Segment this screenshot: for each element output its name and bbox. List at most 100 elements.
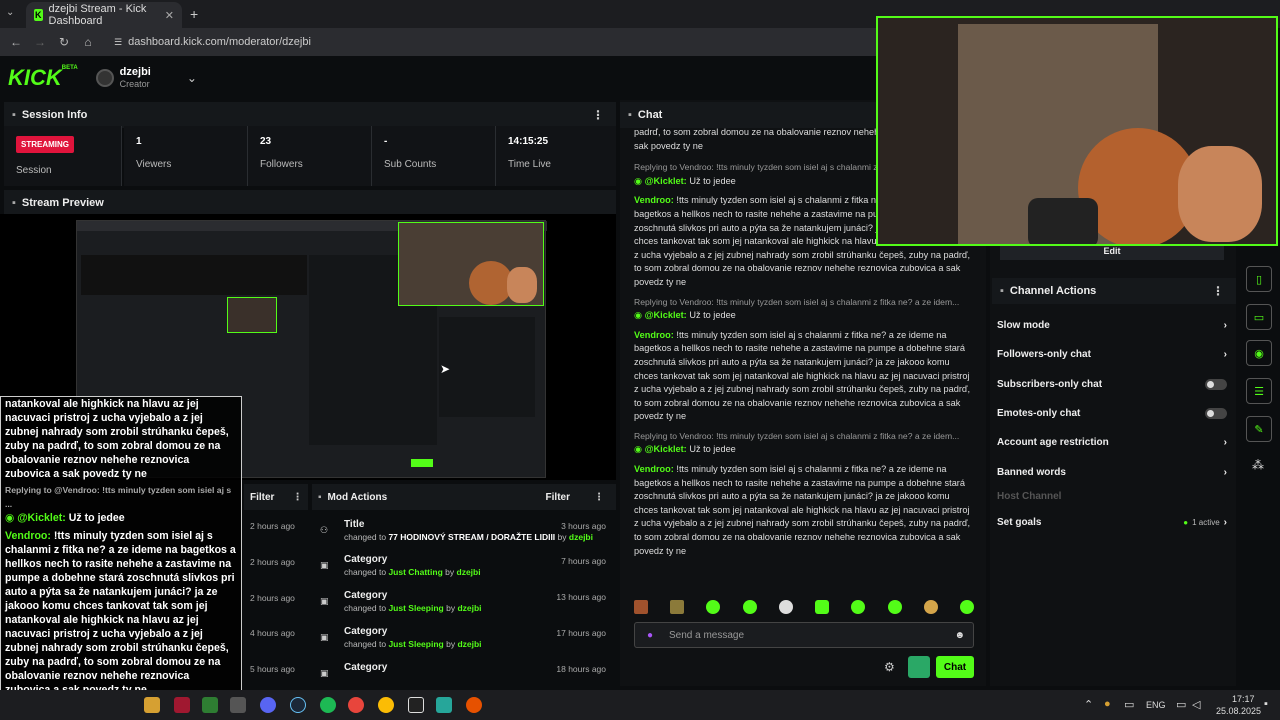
app-icon[interactable]: [174, 697, 190, 713]
subscribers-only-row: Subscribers-only chat: [997, 375, 1227, 393]
emoji-icon[interactable]: ☻: [954, 630, 965, 641]
more-options-icon[interactable]: ⋮: [292, 492, 302, 503]
mod-action-row: ▣ Category changed to Just Chatting by d…: [316, 554, 612, 588]
broadcast-icon[interactable]: ◉: [1246, 340, 1272, 366]
emote-icon[interactable]: [851, 600, 866, 614]
subscribers-only-label: Subscribers-only chat: [997, 378, 1103, 390]
emote-icon[interactable]: [742, 600, 757, 614]
mod-filter-button[interactable]: Filter: [546, 492, 570, 503]
emote-icon[interactable]: [959, 600, 974, 614]
changed-by-user[interactable]: dzejbi: [457, 567, 481, 577]
account-age-row[interactable]: Account age restriction ›: [997, 433, 1227, 451]
drag-handle-icon[interactable]: ▪: [628, 109, 632, 121]
category-icon: ▣: [320, 560, 329, 570]
more-options-icon[interactable]: ⋮: [1212, 284, 1224, 298]
volume-icon[interactable]: ◁: [1192, 698, 1200, 711]
explorer-icon[interactable]: [144, 697, 160, 713]
chat-settings-icon[interactable]: ⚙: [884, 660, 895, 674]
chat-input[interactable]: ● Send a message ☻: [634, 622, 974, 648]
url-field[interactable]: ☰ dashboard.kick.com/moderator/dzejbi: [114, 36, 311, 48]
kick-logo[interactable]: KICKBETA: [8, 65, 78, 91]
edit-button[interactable]: Edit: [1000, 246, 1224, 260]
set-goals-row[interactable]: Set goals ● 1 active ›: [997, 513, 1227, 531]
spotify-icon[interactable]: [320, 697, 336, 713]
reply-context[interactable]: Replying to Vendroo: !tts minuly tyzden …: [634, 430, 974, 444]
changed-by-user[interactable]: dzejbi: [569, 532, 593, 542]
followers-only-row[interactable]: Followers-only chat ›: [997, 345, 1227, 363]
site-info-icon[interactable]: ☰: [114, 37, 122, 48]
chat-username[interactable]: @Kicklet:: [645, 176, 687, 186]
app-icon[interactable]: [466, 697, 482, 713]
chrome-icon[interactable]: [378, 697, 394, 713]
clip-icon[interactable]: ▯: [1246, 266, 1272, 292]
emote-icon[interactable]: [634, 600, 648, 614]
emote-icon[interactable]: [923, 600, 938, 614]
channel-switcher[interactable]: dzejbi Creator: [120, 66, 151, 90]
notifications-icon[interactable]: ▪: [1264, 698, 1268, 710]
reply-context[interactable]: Replying to Vendroo: !tts minuly tyzden …: [634, 296, 974, 310]
slow-mode-row[interactable]: Slow mode ›: [997, 316, 1227, 334]
avatar[interactable]: [95, 69, 114, 87]
chat-username[interactable]: Vendroo:: [634, 464, 674, 474]
changed-by-user[interactable]: dzejbi: [457, 603, 481, 613]
more-options-icon[interactable]: ⋮: [592, 108, 604, 122]
emotes-only-row: Emotes-only chat: [997, 404, 1227, 422]
drag-handle-icon[interactable]: ▪: [1000, 285, 1004, 297]
emote-icon[interactable]: [815, 600, 830, 614]
chevron-down-icon[interactable]: ⌄: [187, 71, 197, 85]
changed-value[interactable]: Just Sleeping: [388, 639, 443, 649]
drag-handle-icon[interactable]: ▪: [318, 492, 322, 503]
forward-icon[interactable]: →: [28, 35, 52, 49]
chat-username[interactable]: @Kicklet:: [645, 310, 687, 320]
shapes-icon[interactable]: ⁂: [1252, 458, 1264, 472]
wrench-icon[interactable]: ✎: [1246, 416, 1272, 442]
bot-icon: ◉: [634, 175, 643, 186]
emote-icon[interactable]: [670, 600, 685, 614]
changed-value[interactable]: Just Sleeping: [388, 603, 443, 613]
network-icon[interactable]: ▭: [1176, 698, 1186, 711]
send-chat-button[interactable]: Chat: [936, 656, 974, 678]
emote-icon[interactable]: [778, 600, 793, 614]
tab-list-icon[interactable]: ⌄: [6, 7, 20, 21]
chat-username[interactable]: Vendroo:: [634, 195, 674, 205]
kick-rewards-icon[interactable]: [908, 656, 930, 678]
emote-icon[interactable]: [887, 600, 902, 614]
close-tab-icon[interactable]: ✕: [165, 9, 174, 22]
changed-value[interactable]: Just Chatting: [388, 567, 442, 577]
steam-icon[interactable]: [290, 697, 306, 713]
home-icon[interactable]: ⌂: [76, 35, 100, 49]
clock-time[interactable]: 17:17: [1232, 694, 1255, 704]
new-tab-icon[interactable]: +: [190, 6, 198, 22]
mod-action-detail: changed to Just Sleeping by dzejbi: [344, 639, 612, 649]
banned-words-row[interactable]: Banned words ›: [997, 463, 1227, 481]
chat-username[interactable]: @Kicklet:: [645, 444, 687, 454]
drag-handle-icon[interactable]: ▪: [12, 109, 16, 121]
app-icon[interactable]: [230, 697, 246, 713]
audio-app-icon[interactable]: [408, 697, 424, 713]
tray-chevron-icon[interactable]: ⌃: [1084, 698, 1093, 711]
microphone-icon[interactable]: ●: [1104, 698, 1111, 710]
chrome-icon[interactable]: [348, 697, 364, 713]
language-indicator[interactable]: ENG: [1146, 700, 1166, 710]
app-icon[interactable]: [436, 697, 452, 713]
chat-bubble-icon[interactable]: ▭: [1246, 304, 1272, 330]
browser-tab[interactable]: K dzejbi Stream - Kick Dashboard ✕: [26, 2, 182, 28]
xbox-icon[interactable]: [202, 697, 218, 713]
activity-filter-button[interactable]: Filter: [250, 492, 274, 503]
chat-username[interactable]: Vendroo:: [634, 330, 674, 340]
stat-session-label: Session: [16, 165, 52, 176]
changed-by-user[interactable]: dzejbi: [457, 639, 481, 649]
subscribers-only-toggle[interactable]: [1205, 378, 1227, 390]
clock-date[interactable]: 25.08.2025: [1216, 706, 1261, 716]
layout-icon[interactable]: ☰: [1246, 378, 1272, 404]
emotes-only-toggle[interactable]: [1205, 407, 1227, 419]
discord-icon[interactable]: [260, 697, 276, 713]
keyboard-icon[interactable]: ▭: [1124, 698, 1134, 711]
stat-subs: - Sub Counts: [372, 126, 496, 186]
more-options-icon[interactable]: ⋮: [594, 492, 604, 503]
microphone-icon[interactable]: ●: [647, 630, 653, 641]
emote-icon[interactable]: [706, 600, 721, 614]
reload-icon[interactable]: ↻: [52, 35, 76, 49]
back-icon[interactable]: ←: [4, 35, 28, 49]
drag-handle-icon[interactable]: ▪: [12, 197, 16, 209]
